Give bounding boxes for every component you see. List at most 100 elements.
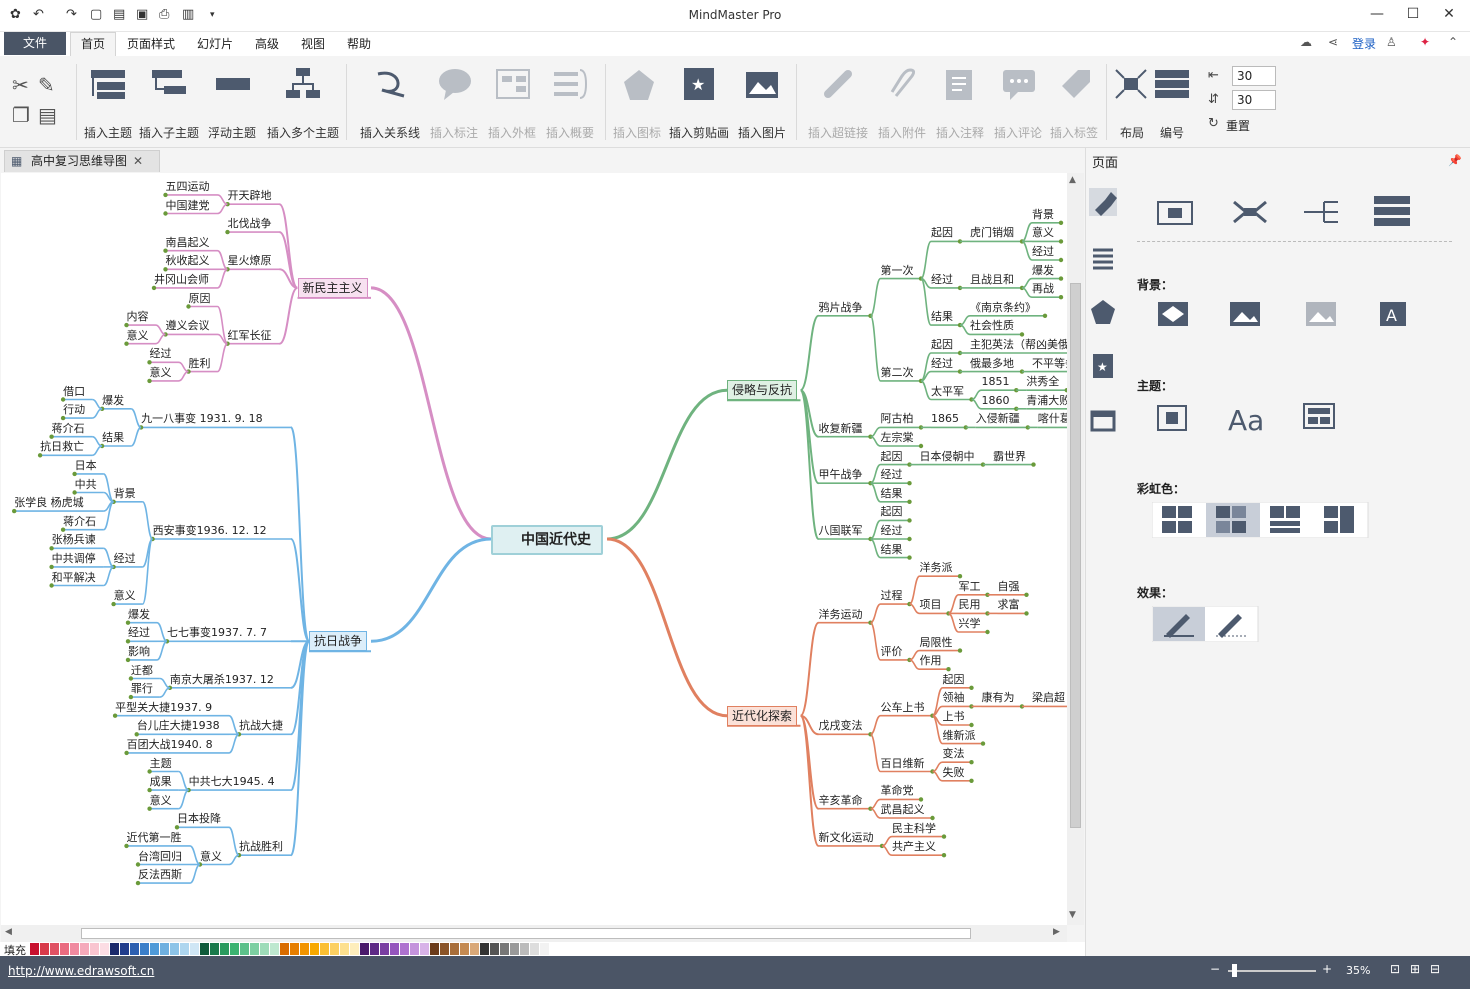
mindmap-topic[interactable]: 局限性	[920, 636, 953, 650]
mindmap-topic[interactable]: 变法	[943, 747, 965, 761]
mindmap-topic[interactable]: 青浦大败	[1026, 394, 1068, 408]
mindmap-topic[interactable]: 秋收起义	[166, 254, 210, 268]
mindmap-topic[interactable]: 红军长征	[228, 329, 272, 343]
mindmap-topic[interactable]: 中共	[75, 478, 97, 492]
document-tab[interactable]: ▦ 高中复习思维导图 ✕	[4, 150, 160, 172]
color-swatch[interactable]	[70, 943, 79, 955]
mindmap-topic[interactable]: 罪行	[131, 682, 153, 696]
mindmap-topic[interactable]: 日本	[75, 459, 97, 473]
color-swatch[interactable]	[510, 943, 519, 955]
mindmap-topic[interactable]: 上书	[943, 710, 965, 724]
mindmap-topic[interactable]: 洋务运动	[819, 608, 863, 622]
mindmap-topic[interactable]: 开天辟地	[228, 189, 272, 203]
color-swatch[interactable]	[550, 943, 559, 955]
mindmap-topic[interactable]: 意义	[150, 366, 172, 380]
mindmap-topic[interactable]: 且战且和	[970, 273, 1014, 287]
mindmap-topic[interactable]: 入侵新疆	[976, 412, 1020, 426]
layout-options[interactable]	[1154, 192, 1434, 232]
cloud-icon[interactable]: ☁	[1300, 35, 1312, 49]
rainbow-options[interactable]	[1152, 502, 1372, 538]
mindmap-topic[interactable]: 自强	[998, 580, 1020, 594]
mindmap-topic[interactable]: 虎门销烟	[970, 226, 1014, 240]
color-swatch[interactable]	[230, 943, 239, 955]
numbering-button[interactable]: 编号	[1160, 124, 1184, 141]
mindmap-topic[interactable]: 中共七大1945. 4	[189, 775, 275, 789]
mindmap-topic[interactable]: 结果	[102, 431, 124, 445]
background-options[interactable]: A	[1154, 298, 1434, 332]
mindmap-topic[interactable]: 民用	[959, 598, 981, 612]
color-swatch[interactable]	[480, 943, 489, 955]
mindmap-topic[interactable]: 作用	[920, 654, 942, 668]
mindmap-topic[interactable]: 侵略与反抗	[727, 380, 798, 401]
icon-library-icon[interactable]	[1089, 298, 1117, 326]
mindmap-topic[interactable]: 新文化运动	[819, 831, 874, 845]
color-swatch[interactable]	[180, 943, 189, 955]
mindmap-topic[interactable]: 爆发	[1032, 264, 1054, 278]
mindmap-topic[interactable]: 梁启超	[1032, 691, 1065, 705]
mindmap-topic[interactable]: 项目	[920, 598, 942, 612]
insert-comment-button[interactable]: 插入评论	[994, 124, 1042, 141]
mindmap-topic[interactable]: 起因	[931, 338, 953, 352]
mindmap-topic[interactable]: 喀什葛尔	[1038, 412, 1068, 426]
outline-icon[interactable]	[1089, 244, 1117, 272]
mindmap-topic[interactable]: 社会性质	[970, 319, 1014, 333]
mindmap-topic[interactable]: 起因	[881, 505, 903, 519]
mindmap-topic[interactable]: 意义	[127, 329, 149, 343]
mindmap-topic[interactable]: 经过	[114, 552, 136, 566]
mindmap-topic[interactable]: 评价	[881, 645, 903, 659]
mindmap-topic[interactable]: 武昌起义	[881, 803, 925, 817]
mindmap-topic[interactable]: 迁都	[131, 664, 153, 678]
close-button[interactable]: ✕	[1434, 6, 1464, 22]
mindmap-topic[interactable]: 辛亥革命	[819, 794, 863, 808]
mindmap-topic[interactable]: 经过	[128, 626, 150, 640]
color-swatch[interactable]	[250, 943, 259, 955]
color-swatch[interactable]	[530, 943, 539, 955]
mindmap-topic[interactable]: 百日维新	[881, 757, 925, 771]
mindmap-topic[interactable]: 和平解决	[52, 571, 96, 585]
vertical-scroll-thumb[interactable]	[1070, 283, 1081, 828]
reset-button[interactable]: 重置	[1226, 117, 1250, 134]
fit-page-icon[interactable]: ⊡	[1390, 962, 1400, 976]
color-swatch[interactable]	[490, 943, 499, 955]
skin-icon[interactable]: ♙	[1386, 35, 1397, 49]
zoom-slider[interactable]	[1228, 970, 1316, 972]
floating-topic-button[interactable]: 浮动主题	[208, 124, 256, 141]
color-swatch[interactable]	[210, 943, 219, 955]
color-swatch[interactable]	[400, 943, 409, 955]
mindmap-topic[interactable]: 成果	[150, 775, 172, 789]
insert-boundary-button[interactable]: 插入外框	[488, 124, 536, 141]
tab-advanced[interactable]: 高级	[255, 35, 279, 52]
mindmap-topic[interactable]: 平型关大捷1937. 9	[115, 701, 212, 715]
presentation-icon[interactable]: ⊟	[1430, 962, 1440, 976]
color-swatch[interactable]	[30, 943, 39, 955]
color-swatch[interactable]	[310, 943, 319, 955]
mindmap-topic[interactable]: 经过	[150, 347, 172, 361]
mindmap-topic[interactable]: 胜利	[189, 357, 211, 371]
insert-hyperlink-button[interactable]: 插入超链接	[808, 124, 868, 141]
share-icon[interactable]: ⋖	[1328, 35, 1338, 49]
color-swatch[interactable]	[150, 943, 159, 955]
mindmap-topic[interactable]: 西安事变1936. 12. 12	[153, 524, 267, 538]
mindmap-topic[interactable]: 南京大屠杀1937. 12	[170, 673, 274, 687]
color-swatch[interactable]	[450, 943, 459, 955]
mindmap-topic[interactable]: 经过	[931, 357, 953, 371]
color-swatch[interactable]	[420, 943, 429, 955]
theme-options[interactable]: Aa	[1154, 398, 1434, 438]
mindmap-topic[interactable]: 近代化探索	[727, 705, 798, 726]
vertical-spacing-input[interactable]: 30	[1232, 90, 1276, 110]
color-swatch[interactable]	[270, 943, 279, 955]
mindmap-topic[interactable]: 经过	[931, 273, 953, 287]
insert-picture-button[interactable]: 插入图片	[738, 124, 786, 141]
mindmap-topic[interactable]: 主犯英法（帮凶美俄）	[970, 338, 1068, 352]
color-swatch[interactable]	[160, 943, 169, 955]
mindmap-topic[interactable]: 1851	[982, 375, 1010, 389]
pin-icon[interactable]: 📌	[1448, 154, 1462, 167]
mindmap-canvas[interactable]: 中国近代史 侵略与反抗 鸦片战争 第一次 起因 虎门销烟 背景 意义 经过 经过 且战且和 爆发 再战结…	[1, 173, 1068, 925]
mindmap-topic[interactable]: 戊戌变法	[819, 719, 863, 733]
mindmap-topic[interactable]: 结果	[881, 543, 903, 557]
mindmap-topic[interactable]: 起因	[943, 673, 965, 687]
maximize-button[interactable]: ☐	[1398, 6, 1428, 22]
mindmap-topic[interactable]: 第二次	[881, 366, 914, 380]
mindmap-topic[interactable]: 经过	[881, 524, 903, 538]
mindmap-topic[interactable]: 抗日救亡	[40, 440, 84, 454]
